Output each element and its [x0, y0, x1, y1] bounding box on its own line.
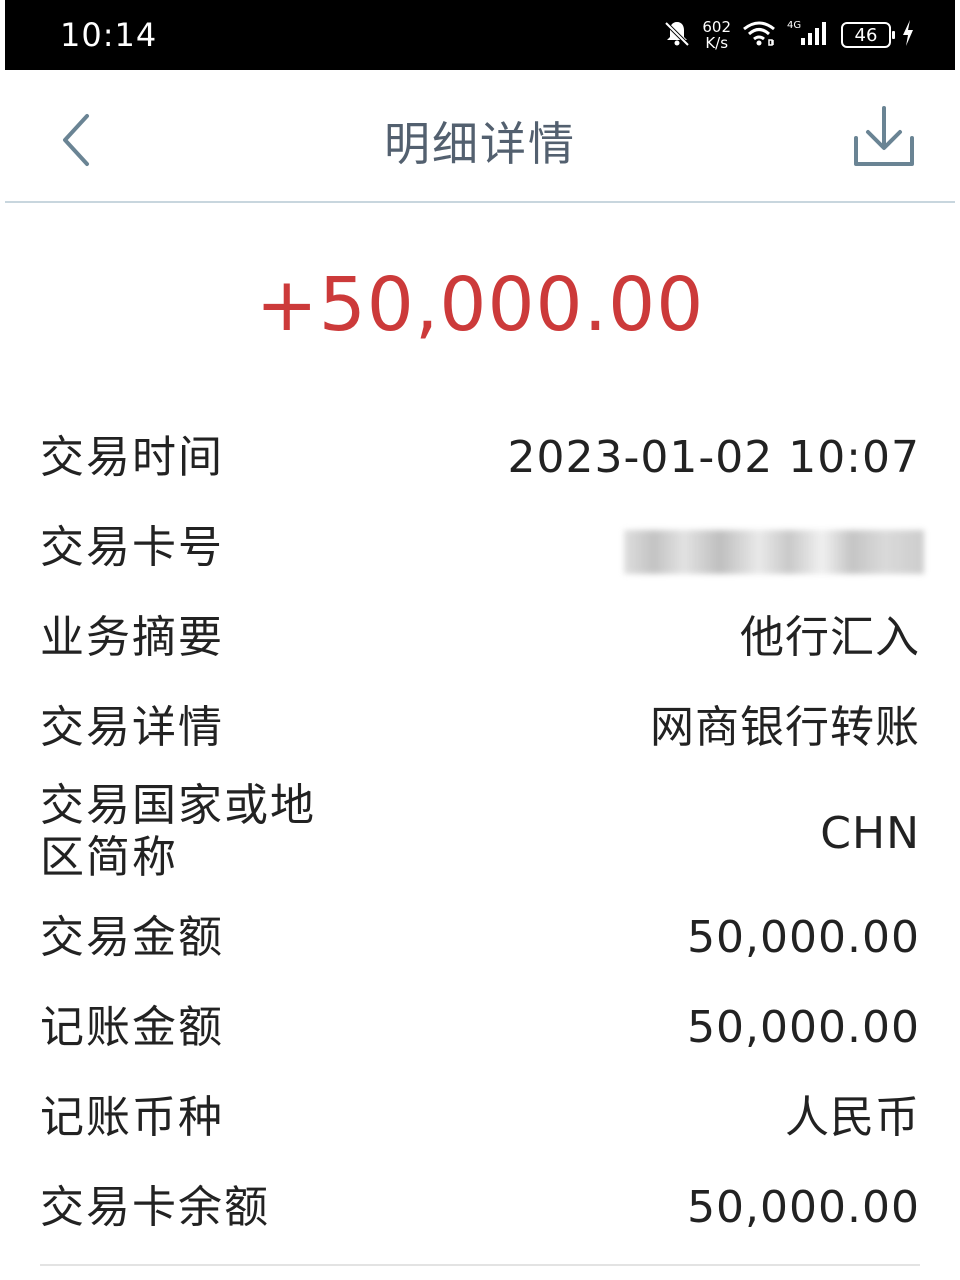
- detail-label-line1: 交易国家或地: [40, 780, 316, 831]
- network-type-label: 4G: [787, 20, 801, 31]
- detail-label: 交易详情: [40, 702, 224, 753]
- detail-row-txn-amount: 交易金额 50,000.00: [0, 912, 960, 972]
- detail-label: 交易卡余额: [40, 1182, 270, 1233]
- detail-label: 交易卡号: [40, 522, 224, 573]
- detail-row-card: 交易卡号: [0, 522, 960, 582]
- detail-value: 他行汇入: [740, 612, 920, 663]
- status-icons: 602 K/s 4G 46: [662, 10, 915, 60]
- detail-value: 网商银行转账: [650, 702, 920, 753]
- battery-icon: 46: [841, 22, 895, 48]
- detail-row-summary: 业务摘要 他行汇入: [0, 612, 960, 672]
- detail-label: 交易金额: [40, 912, 224, 963]
- status-bar: 10:14 602 K/s 4G 46: [5, 0, 955, 70]
- detail-row-detail: 交易详情 网商银行转账: [0, 702, 960, 762]
- detail-row-currency: 记账币种 人民币: [0, 1092, 960, 1152]
- detail-value: 50,000.00: [687, 1002, 920, 1053]
- detail-value: 50,000.00: [687, 1182, 920, 1233]
- charging-icon: [901, 18, 915, 52]
- detail-value: 2023-01-02 10:07: [507, 432, 920, 483]
- detail-label: 记账金额: [40, 1002, 224, 1053]
- battery-level: 46: [854, 24, 878, 46]
- status-time: 10:14: [60, 16, 158, 54]
- detail-row-balance: 交易卡余额 50,000.00: [0, 1182, 960, 1242]
- detail-label: 交易时间: [40, 432, 224, 483]
- detail-row-time: 交易时间 2023-01-02 10:07: [0, 432, 960, 492]
- download-icon: [854, 106, 914, 166]
- nav-divider: [5, 201, 955, 203]
- blurred-card-number: [624, 530, 924, 574]
- detail-label-line2: 区简称: [40, 832, 178, 883]
- cellular-signal-icon: 4G: [787, 18, 831, 52]
- transaction-amount: +50,000.00: [255, 262, 705, 348]
- net-speed: 602 K/s: [702, 19, 731, 51]
- bell-muted-icon: [662, 18, 692, 52]
- wifi-icon: [741, 18, 777, 52]
- detail-row-country: 交易国家或地 区简称 CHN: [0, 780, 960, 890]
- bottom-divider: [40, 1264, 920, 1266]
- detail-label: 业务摘要: [40, 612, 224, 663]
- detail-label: 记账币种: [40, 1092, 224, 1143]
- detail-row-posted-amount: 记账金额 50,000.00: [0, 1002, 960, 1062]
- detail-value: 50,000.00: [687, 912, 920, 963]
- page-title: 明细详情: [384, 117, 576, 171]
- detail-value: CHN: [820, 808, 920, 859]
- download-button[interactable]: [848, 104, 920, 170]
- detail-value: 人民币: [785, 1092, 920, 1143]
- net-speed-value: 602: [702, 18, 731, 36]
- net-speed-unit: K/s: [705, 34, 729, 52]
